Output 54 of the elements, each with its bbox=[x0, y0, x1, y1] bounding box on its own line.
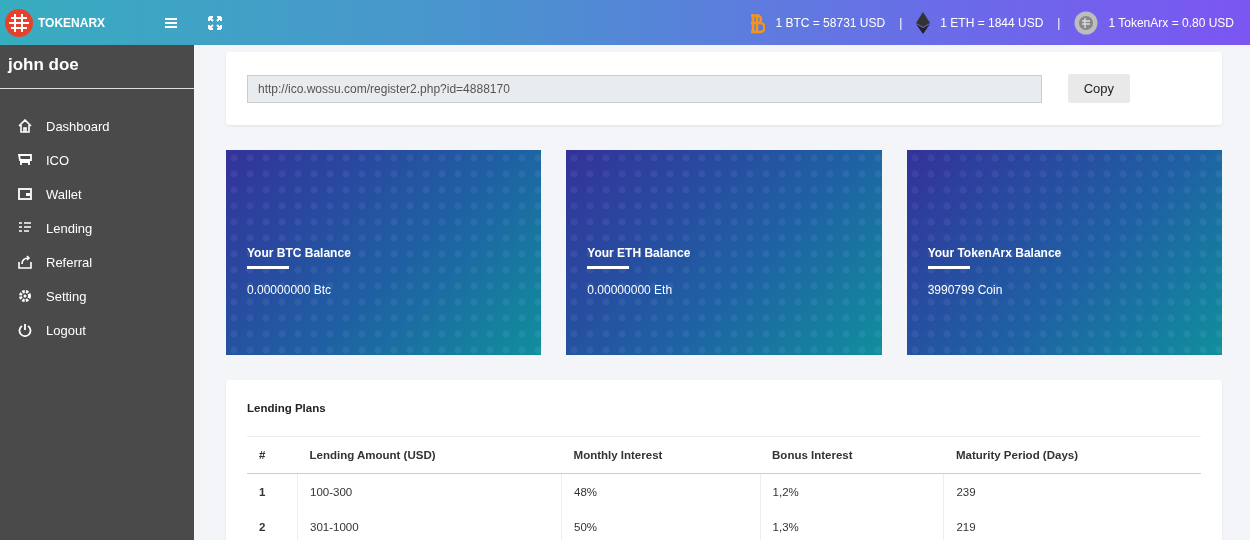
balance-title: Your ETH Balance bbox=[587, 246, 692, 260]
ethereum-icon bbox=[916, 11, 931, 34]
balance-value: 0.00000000 Btc bbox=[247, 283, 333, 297]
column-header: Maturity Period (Days) bbox=[943, 436, 1201, 474]
wallet-icon bbox=[18, 187, 32, 201]
table-cell: 2 bbox=[247, 509, 298, 540]
title-underline bbox=[247, 266, 289, 269]
separator: | bbox=[899, 15, 903, 30]
column-header: Monthly Interest bbox=[561, 436, 761, 474]
balance-title: Your BTC Balance bbox=[247, 246, 352, 260]
gear-icon bbox=[18, 289, 32, 303]
table-cell: 1,3% bbox=[760, 509, 944, 540]
table-cell: 100-300 bbox=[297, 473, 562, 509]
referral-link-field[interactable]: http://ico.wossu.com/register2.php?id=4888170 bbox=[247, 74, 1042, 103]
title-underline bbox=[587, 266, 630, 269]
brand-name: TOKENARX bbox=[38, 15, 106, 30]
sidebar-item[interactable]: Dashboard bbox=[10, 109, 184, 143]
table-cell: 239 bbox=[943, 473, 1201, 509]
exchange-rate: 1 BTC = 58731 USD bbox=[775, 15, 886, 30]
title-underline bbox=[927, 266, 970, 269]
logo-icon bbox=[4, 7, 34, 38]
list-icon bbox=[18, 221, 32, 235]
table-cell: 1 bbox=[247, 473, 298, 509]
table-cell: 50% bbox=[561, 509, 761, 540]
expand-icon[interactable] bbox=[208, 15, 222, 30]
sidebar-item[interactable]: Setting bbox=[10, 279, 184, 313]
table-cell: 301-1000 bbox=[297, 509, 562, 540]
card-title: Lending Plans bbox=[247, 402, 327, 414]
exchange-rate: 1 ETH = 1844 USD bbox=[940, 15, 1044, 30]
home-icon bbox=[18, 119, 32, 133]
balance-value: 0.00000000 Eth bbox=[587, 283, 674, 297]
column-header: Bonus Interest bbox=[760, 436, 944, 474]
user-name: john doe bbox=[0, 45, 194, 89]
separator: | bbox=[1057, 15, 1061, 30]
copy-button[interactable]: Copy bbox=[1067, 74, 1130, 103]
sidebar-item[interactable]: Lending bbox=[10, 211, 184, 245]
share-icon bbox=[18, 255, 32, 269]
power-icon bbox=[18, 323, 32, 337]
exchange-rate: 1 TokenArx = 0.80 USD bbox=[1108, 15, 1234, 30]
sidebar-item[interactable]: Referral bbox=[10, 245, 184, 279]
table-cell: 48% bbox=[561, 473, 761, 509]
menu-icon[interactable] bbox=[164, 16, 178, 29]
sidebar-item[interactable]: ICO bbox=[10, 143, 184, 177]
table-cell: 1,2% bbox=[760, 473, 944, 509]
table-cell: 219 bbox=[943, 509, 1201, 540]
balance-value: 3990799 Coin bbox=[927, 283, 1004, 297]
sidebar-item[interactable]: Logout bbox=[10, 313, 184, 347]
column-header: Lending Amount (USD) bbox=[297, 436, 562, 474]
column-header: # bbox=[247, 436, 298, 474]
cart-icon bbox=[18, 153, 32, 167]
balance-title: Your TokenArx Balance bbox=[927, 246, 1063, 260]
coin-icon bbox=[1074, 10, 1099, 35]
sidebar-item[interactable]: Wallet bbox=[10, 177, 184, 211]
bitcoin-icon bbox=[749, 11, 766, 34]
